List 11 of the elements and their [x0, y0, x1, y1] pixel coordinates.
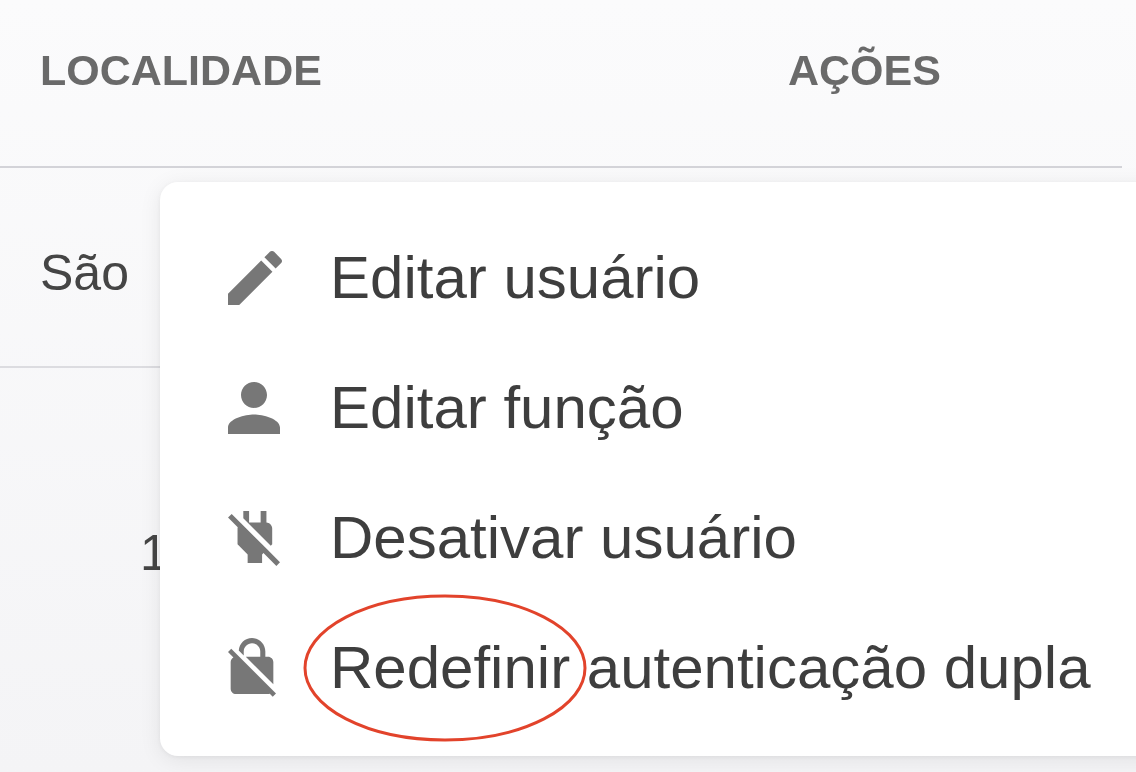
- column-header: LOCALIDADE: [40, 46, 322, 95]
- menu-item[interactable]: Editar função: [160, 343, 1136, 473]
- menu-item[interactable]: Editar usuário: [160, 213, 1136, 343]
- menu-item[interactable]: Desativar usuário: [160, 473, 1136, 603]
- pencil-icon: [228, 251, 282, 305]
- column-header: AÇÕES: [788, 46, 941, 95]
- person-icon: [228, 382, 280, 434]
- menu-item[interactable]: Redefinir autenticação dupla: [160, 603, 1136, 733]
- lock-off-icon: [228, 637, 276, 699]
- plug-off-icon: [228, 510, 280, 566]
- table-cell-text: São: [40, 244, 129, 303]
